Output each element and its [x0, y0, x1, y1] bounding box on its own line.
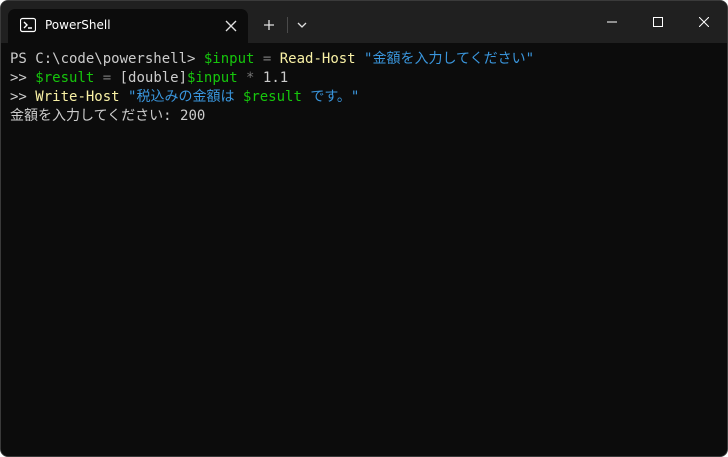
- type-token: [double]: [119, 70, 188, 86]
- continuation-prompt: >>: [10, 89, 36, 105]
- string-token: です。": [301, 89, 360, 105]
- variable-token: $result: [35, 70, 95, 86]
- minimize-button[interactable]: [589, 1, 635, 43]
- title-bar: PowerShell: [1, 1, 727, 43]
- string-token: "税込みの金額は: [128, 89, 243, 105]
- output-text: 金額を入力してください: 200: [10, 108, 206, 124]
- maximize-icon: [653, 17, 663, 27]
- operator-token: *: [237, 70, 263, 86]
- number-token: 1.1: [262, 70, 289, 86]
- terminal-window: PowerShell PS C:\code\powershell> $input…: [0, 0, 728, 457]
- maximize-button[interactable]: [635, 1, 681, 43]
- variable-token: $input: [203, 51, 255, 67]
- terminal-line: 金額を入力してください: 200: [10, 107, 718, 126]
- tab-powershell[interactable]: PowerShell: [8, 9, 248, 43]
- prompt: PS C:\code\powershell>: [10, 51, 204, 67]
- close-button[interactable]: [681, 1, 727, 43]
- close-icon: [699, 17, 709, 27]
- chevron-down-icon[interactable]: [291, 14, 313, 36]
- continuation-prompt: >>: [10, 70, 36, 86]
- command-token: Write-Host: [35, 89, 120, 105]
- tab-title: PowerShell: [45, 18, 111, 32]
- string-token: "金額を入力してください": [364, 51, 535, 67]
- terminal-line: PS C:\code\powershell> $input = Read-Hos…: [10, 50, 718, 69]
- variable-token: $input: [187, 70, 238, 86]
- terminal-line: >> Write-Host "税込みの金額は $result です。": [10, 88, 718, 107]
- terminal-output[interactable]: PS C:\code\powershell> $input = Read-Hos…: [1, 43, 727, 456]
- command-token: Read-Host: [279, 51, 356, 67]
- variable-token: $result: [242, 89, 302, 105]
- operator-token: =: [254, 51, 280, 67]
- powershell-icon: [20, 17, 36, 33]
- operator-token: =: [94, 70, 120, 86]
- terminal-line: >> $result = [double]$input * 1.1: [10, 69, 718, 88]
- tab-separator: [287, 17, 288, 33]
- minimize-icon: [607, 21, 617, 23]
- new-tab-plus-icon[interactable]: [258, 14, 280, 36]
- tab-close-icon[interactable]: [223, 18, 239, 34]
